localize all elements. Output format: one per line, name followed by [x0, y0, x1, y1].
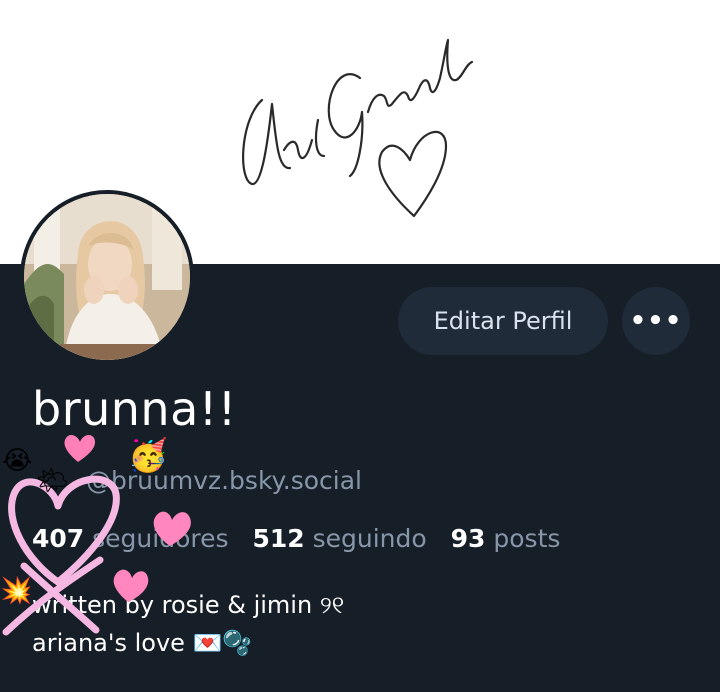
following-count: 512: [252, 524, 305, 553]
sparkle-icon: 💥: [0, 576, 33, 606]
bio-line-1: written by rosie & jimin ୨୧: [32, 591, 345, 619]
edit-profile-button[interactable]: Editar Perfil: [398, 287, 608, 355]
more-options-button[interactable]: •••: [622, 287, 690, 355]
profile-bio: written by rosie & jimin ୨୧ ariana's lov…: [32, 586, 344, 662]
bio-line-2: ariana's love 💌🫧: [32, 629, 253, 657]
following-link[interactable]: 512 seguindo: [252, 524, 426, 553]
avatar[interactable]: [20, 190, 194, 364]
followers-link[interactable]: 407 seguidores: [32, 524, 229, 553]
posts-label: posts: [493, 524, 561, 553]
sun-icon: 🌤: [36, 466, 70, 496]
avatar-photo: [24, 194, 190, 360]
followers-count: 407: [32, 524, 85, 553]
display-name: brunna!!: [32, 382, 237, 436]
following-label: seguindo: [312, 524, 427, 553]
party-face-icon: 🥳: [128, 436, 168, 474]
profile-stats: 407 seguidores 512 seguindo 93 posts: [32, 524, 576, 553]
crying-face-icon: 😭: [2, 446, 33, 476]
followers-label: seguidores: [92, 524, 229, 553]
ellipsis-icon: •••: [629, 306, 683, 336]
posts-count: 93: [450, 524, 486, 553]
posts-stat: 93 posts: [451, 524, 561, 553]
